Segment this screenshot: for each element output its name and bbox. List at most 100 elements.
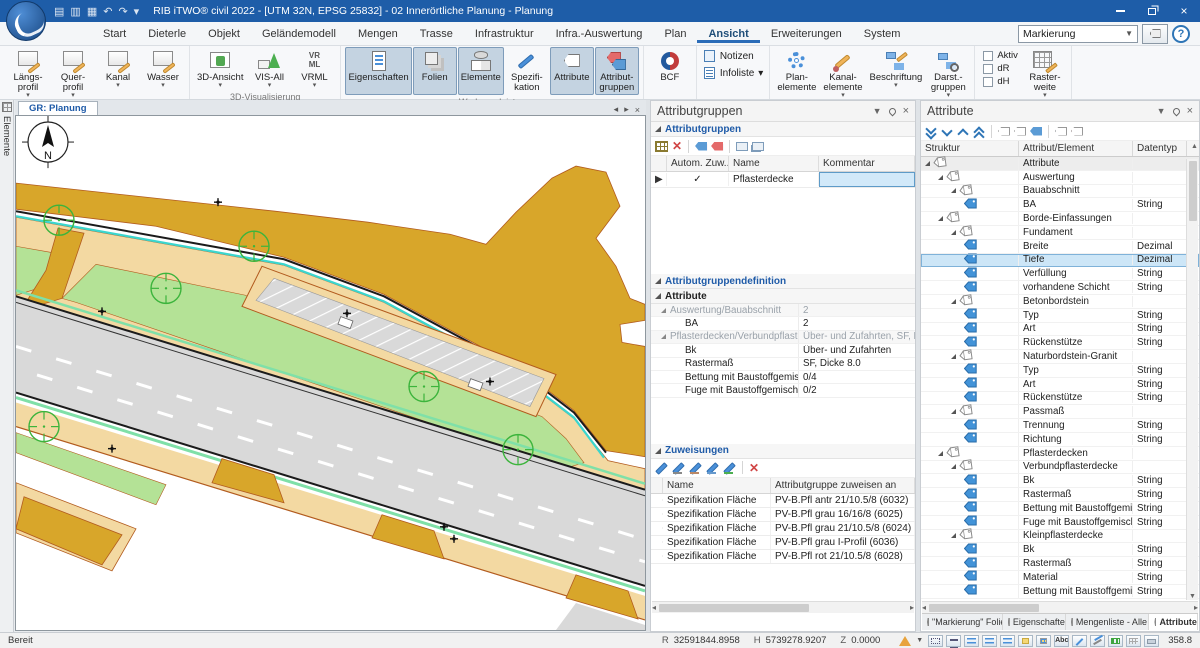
collapse-all-icon[interactable] xyxy=(973,126,985,137)
attribute-row[interactable]: Verbundpflasterdecke xyxy=(921,461,1199,475)
desel-icon[interactable] xyxy=(946,635,961,647)
checkbox-dh[interactable]: dH xyxy=(983,76,1018,87)
attribute-name[interactable]: Auswertung xyxy=(1019,172,1133,183)
ribbon-button-eigenschaften[interactable]: Eigenschaften xyxy=(345,47,411,95)
tab-system[interactable]: System xyxy=(853,24,912,43)
definition-value[interactable]: SF, Dicke 8.0 xyxy=(799,358,915,369)
assign-pen-area-icon[interactable] xyxy=(689,461,702,474)
definition-row[interactable]: Bettung mit Baustoffgemisch0/4 xyxy=(651,371,915,384)
import-attributes-icon[interactable] xyxy=(1055,127,1067,136)
ribbon-button-visall[interactable]: VIS-All▾ xyxy=(247,47,291,90)
customize-icon[interactable]: ▾ xyxy=(134,5,140,18)
attribute-row[interactable]: MaterialString xyxy=(921,571,1199,585)
attribute-row[interactable]: Bauabschnitt xyxy=(921,185,1199,199)
attribute-name[interactable]: Bettung mit Baustoffgemisch xyxy=(1019,503,1133,514)
attribute-row[interactable]: RastermaßString xyxy=(921,488,1199,502)
tab-objekt[interactable]: Objekt xyxy=(197,24,251,43)
section-attribute[interactable]: Attribute xyxy=(651,289,915,304)
ribbon-button-wasser[interactable]: Wasser▾ xyxy=(141,47,185,100)
attribute-row[interactable]: Betonbordstein xyxy=(921,295,1199,309)
expander-icon[interactable] xyxy=(951,188,956,193)
attribute-row[interactable]: TypString xyxy=(921,364,1199,378)
tab-scroll-right-icon[interactable]: ▸ xyxy=(624,104,629,115)
definition-value[interactable]: Über- und Zufahrten, SF, Dicke 8.0, 0/4,… xyxy=(799,331,915,342)
list3-icon[interactable] xyxy=(1000,635,1015,647)
attribute-row[interactable]: Kleinpflasterdecke xyxy=(921,530,1199,544)
tab-scroll-left-icon[interactable]: ◂ xyxy=(614,104,619,115)
attribute-name[interactable]: Fuge mit Baustoffgemisch xyxy=(1019,517,1133,528)
tab-infra-auswertung[interactable]: Infra.-Auswertung xyxy=(545,24,654,43)
attribute-name[interactable]: Richtung xyxy=(1019,434,1133,445)
delete-icon[interactable]: ✕ xyxy=(672,140,682,152)
assign-pen-4-icon[interactable] xyxy=(706,461,719,474)
new-group-table-icon[interactable] xyxy=(655,141,668,152)
attribute-name[interactable]: Bauabschnitt xyxy=(1019,185,1133,196)
attribute-name[interactable]: Bettung mit Baustoffgemisch xyxy=(1019,586,1133,597)
pin-icon[interactable] xyxy=(1171,106,1181,116)
definition-value[interactable]: Über- und Zufahrten xyxy=(799,345,915,356)
definition-row[interactable]: Auswertung/Bauabschnitt2 xyxy=(651,304,915,317)
definition-row[interactable]: Fuge mit Baustoffgemisch0/2 xyxy=(651,384,915,397)
panel-close-icon[interactable]: × xyxy=(903,105,909,117)
ribbon-button-planelemente[interactable]: Plan- elemente xyxy=(774,47,819,100)
markierung-combobox[interactable]: Markierung ▼ xyxy=(1018,25,1138,43)
window-icon[interactable]: ▦ xyxy=(87,5,97,18)
ribbon-button-kanalelemente[interactable]: Kanal- elemente▾ xyxy=(820,47,865,100)
tab-ansicht[interactable]: Ansicht xyxy=(697,24,759,43)
expander-icon[interactable] xyxy=(951,299,956,304)
attribute-name[interactable]: Rückenstütze xyxy=(1019,392,1133,403)
ribbon-button-kanal[interactable]: Kanal▾ xyxy=(96,47,140,100)
attribute-row[interactable]: BAString xyxy=(921,198,1199,212)
note-icon[interactable] xyxy=(1018,635,1033,647)
section-zuweisungen[interactable]: Zuweisungen xyxy=(651,444,915,459)
warning-icon[interactable] xyxy=(899,636,911,646)
dock-tab-attribute[interactable]: Attribute xyxy=(1149,614,1198,630)
sidebar-tab-elemente[interactable]: Elemente xyxy=(1,116,12,156)
attribute-row[interactable]: Passmaß xyxy=(921,405,1199,419)
redo-icon[interactable]: ↷ xyxy=(118,5,127,18)
dock-tab--markierung-folie-[interactable]: "Markierung" Folie... xyxy=(922,614,1003,630)
attribute-name[interactable]: Kleinpflasterdecke xyxy=(1019,530,1133,541)
expander-icon[interactable] xyxy=(938,216,943,221)
definition-row[interactable]: RastermaßSF, Dicke 8.0 xyxy=(651,358,915,371)
assign-pen-line-icon[interactable] xyxy=(723,461,736,474)
pen-icon[interactable] xyxy=(1072,635,1087,647)
attribute-name[interactable]: Rückenstütze xyxy=(1019,337,1133,348)
ribbon-button-bcf[interactable]: BCF xyxy=(648,47,692,86)
attribute-row[interactable]: Attribute xyxy=(921,157,1199,171)
attribute-name[interactable]: Fundament xyxy=(1019,227,1133,238)
attribute-row[interactable]: Bettung mit BaustoffgemischString xyxy=(921,585,1199,599)
attribute-row[interactable]: TrennungString xyxy=(921,419,1199,433)
ribbon-button-vrml[interactable]: VR MLVRML▾ xyxy=(292,47,336,90)
panel-menu-icon[interactable]: ▼ xyxy=(873,106,882,116)
attribute-name[interactable]: Verfüllung xyxy=(1019,268,1133,279)
attribute-name[interactable]: Passmaß xyxy=(1019,406,1133,417)
assignment-row[interactable]: Spezifikation FlächePV-B.Pfl antr 21/10.… xyxy=(651,494,915,508)
tab-gel-ndemodell[interactable]: Geländemodell xyxy=(251,24,347,43)
assign-pen-icon[interactable] xyxy=(655,461,668,474)
attribute-row[interactable]: BreiteDezimal xyxy=(921,240,1199,254)
undo-icon[interactable]: ↶ xyxy=(103,5,112,18)
checkbox-aktiv[interactable]: Aktiv xyxy=(983,50,1018,61)
pin-icon[interactable] xyxy=(887,106,897,116)
ribbon-button-folien[interactable]: Folien xyxy=(413,47,457,95)
collapse-icon[interactable] xyxy=(957,126,969,137)
new-attribute-group-icon[interactable] xyxy=(998,127,1010,136)
attribute-name[interactable]: Attribute xyxy=(1019,158,1133,169)
export-attributes-icon[interactable] xyxy=(1071,127,1083,136)
assignment-row[interactable]: Spezifikation FlächePV-B.Pfl grau I-Prof… xyxy=(651,536,915,550)
expander-icon[interactable] xyxy=(938,175,943,180)
dock-tab-mengenliste-alle-az[interactable]: Mengenliste - Alle AZ xyxy=(1066,614,1150,630)
tab-erweiterungen[interactable]: Erweiterungen xyxy=(760,24,853,43)
attribute-vscrollbar[interactable]: ▼ xyxy=(1186,159,1198,600)
expand-all-icon[interactable] xyxy=(925,126,937,137)
attribute-name[interactable]: Material xyxy=(1019,572,1133,583)
attribute-hscrollbar[interactable]: ◂▸ xyxy=(922,601,1198,613)
dock-tab-eigenschaften[interactable]: Eigenschaften xyxy=(1003,614,1066,630)
new-sub-attribute-icon[interactable] xyxy=(1014,127,1026,136)
ribbon-button-darst-gruppen[interactable]: Darst.- gruppen▾ xyxy=(926,47,970,100)
ribbon-button-3dansicht[interactable]: 3D-Ansicht▾ xyxy=(194,47,246,90)
definition-value[interactable]: 2 xyxy=(799,318,915,329)
tab-plan[interactable]: Plan xyxy=(653,24,697,43)
panel-menu-icon[interactable]: ▼ xyxy=(1157,106,1166,116)
